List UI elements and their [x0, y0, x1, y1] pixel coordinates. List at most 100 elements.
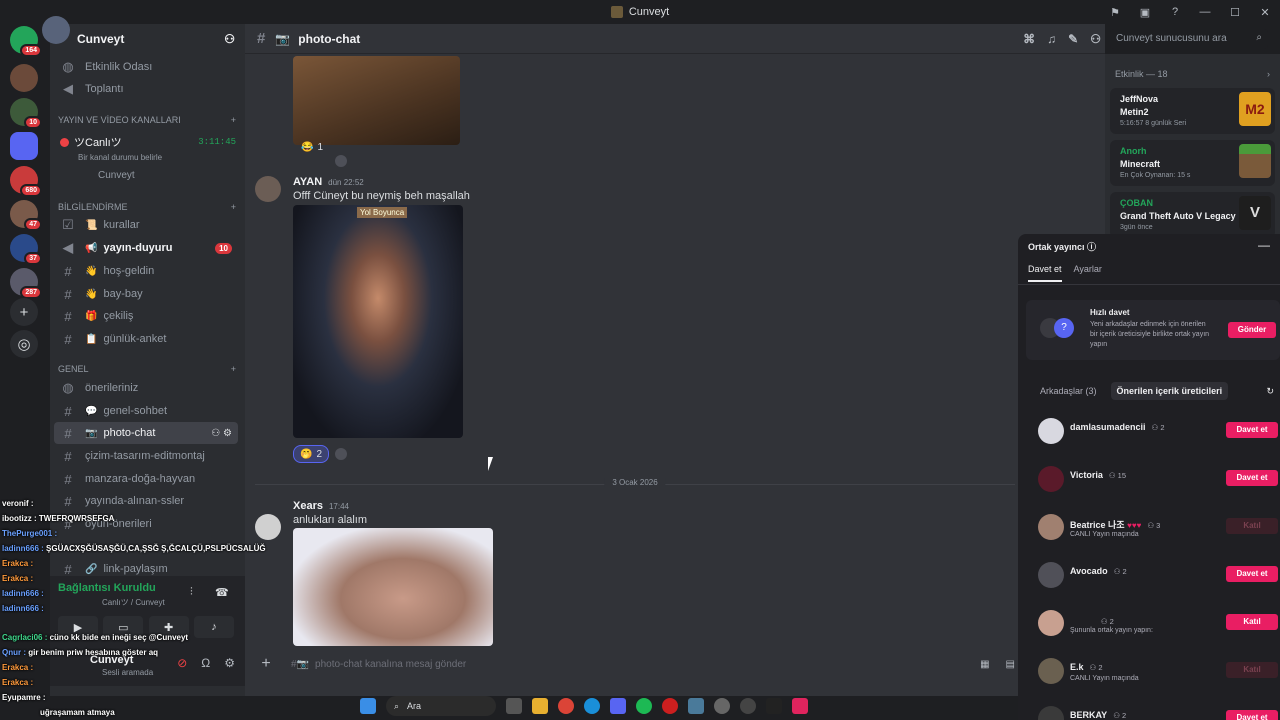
file-explorer-icon[interactable]: [532, 698, 548, 714]
app-icon[interactable]: [766, 698, 782, 714]
channel-kurallar[interactable]: ☑ 📜 kurallar: [54, 214, 238, 236]
add-reaction-icon[interactable]: [335, 155, 347, 167]
close-button[interactable]: ✕: [1250, 6, 1280, 19]
activity-card[interactable]: ÇOBAN Grand Theft Auto V Legacy 3gün önc…: [1110, 192, 1275, 238]
home-button[interactable]: 164: [10, 26, 42, 57]
discord-icon[interactable]: [610, 698, 626, 714]
join-button[interactable]: Katıl: [1226, 614, 1278, 630]
channel-settings-icon[interactable]: ⚇ ⚙: [211, 428, 232, 439]
voice-member[interactable]: Cunveyt: [60, 170, 236, 181]
server-icon[interactable]: [10, 64, 38, 92]
message-composer[interactable]: + #📷 photo-chat kanalına mesaj gönder ▦ …: [255, 651, 1015, 677]
refresh-icon[interactable]: ↻: [1260, 382, 1280, 401]
activity-card[interactable]: Anorh Minecraft En Çok Oynanan: 15 s: [1110, 140, 1275, 186]
channel-ssler[interactable]: # yayında-alınan-ssler: [54, 490, 238, 512]
live-voice-channel[interactable]: ツCanlıツ 3:11:45 Bir kanal durumu belirle …: [60, 134, 236, 181]
soundboard-button[interactable]: ♪: [193, 616, 234, 638]
invite-button[interactable]: Davet et: [1226, 710, 1278, 720]
tab-invite[interactable]: Davet et: [1028, 264, 1062, 282]
opera-icon[interactable]: [662, 698, 678, 714]
channel-photo-chat[interactable]: # 📷 photo-chat ⚇ ⚙: [54, 422, 238, 444]
join-button[interactable]: Katıl: [1226, 662, 1278, 678]
channel-gunluk-anket[interactable]: # 📋 günlük-anket: [54, 328, 238, 350]
bell-icon[interactable]: ♫: [1047, 32, 1056, 46]
tiktok-icon[interactable]: [792, 698, 808, 714]
add-channel-icon[interactable]: +: [231, 115, 236, 125]
invite-button[interactable]: Davet et: [1226, 566, 1278, 582]
channel-genel-sohbet[interactable]: # 💬 genel-sohbet: [54, 400, 238, 422]
collapse-icon[interactable]: —: [1258, 238, 1270, 252]
settings-icon[interactable]: [714, 698, 730, 714]
screen-icon[interactable]: ▣: [1130, 6, 1160, 19]
steam-icon[interactable]: [740, 698, 756, 714]
inbox-icon[interactable]: ⚑: [1100, 6, 1130, 19]
category-info[interactable]: BİLGİLENDİRME +: [58, 202, 236, 212]
message-author[interactable]: Xears 17:44: [293, 500, 349, 512]
creator-name[interactable]: BERKAY: [1070, 710, 1107, 720]
composer-placeholder[interactable]: photo-chat kanalına mesaj gönder: [315, 659, 466, 670]
tab-settings[interactable]: Ayarlar: [1074, 264, 1102, 282]
channel-cizim[interactable]: # çizim-tasarım-editmontaj: [54, 445, 238, 467]
tab-suggested[interactable]: Önerilen içerik üreticileri: [1110, 382, 1229, 400]
message-image[interactable]: Yol Boyunca: [293, 205, 463, 438]
add-channel-icon[interactable]: +: [231, 202, 236, 212]
channel-status[interactable]: Bir kanal durumu belirle: [60, 153, 236, 162]
server-icon[interactable]: 287: [10, 268, 42, 299]
spotify-icon[interactable]: [636, 698, 652, 714]
channel-onerileriniz[interactable]: ◍ önerileriniz: [54, 377, 238, 399]
server-icon[interactable]: 37: [10, 234, 42, 265]
creator-name[interactable]: damlasumadencii: [1070, 422, 1146, 432]
reaction[interactable]: 🤭 2: [293, 445, 330, 463]
invite-icon[interactable]: ⚇: [224, 32, 235, 46]
invite-button[interactable]: Davet et: [1226, 422, 1278, 438]
message-author[interactable]: AYAN dün 22:52: [293, 176, 364, 188]
app-icon[interactable]: [688, 698, 704, 714]
server-icon[interactable]: 47: [10, 200, 42, 231]
channel-bay-bay[interactable]: # 👋 bay-bay: [54, 283, 238, 305]
channel-hos-geldin[interactable]: # 👋 hoş-geldin: [54, 260, 238, 282]
category-stream[interactable]: YAYIN VE VİDEO KANALLARI +: [58, 115, 236, 125]
gift-icon[interactable]: ▦: [980, 659, 989, 670]
invite-button[interactable]: Davet et: [1226, 470, 1278, 486]
chevron-right-icon[interactable]: ›: [1267, 69, 1270, 79]
author-name[interactable]: AYAN: [293, 176, 322, 188]
avatar[interactable]: [255, 176, 281, 202]
gif-icon[interactable]: ▤: [1006, 659, 1015, 670]
creator-name[interactable]: Beatrice 나조: [1070, 520, 1125, 530]
search-input[interactable]: Cunveyt sunucusunu ara ⌕: [1110, 29, 1268, 49]
category-general[interactable]: GENEL +: [58, 364, 236, 374]
add-channel-icon[interactable]: +: [231, 364, 236, 374]
channel-toplanti[interactable]: ◀ Toplantı: [54, 78, 238, 100]
members-icon[interactable]: ⚇: [1090, 32, 1101, 46]
task-view-icon[interactable]: [506, 698, 522, 714]
server-icon[interactable]: 680: [10, 166, 42, 197]
message-image[interactable]: [293, 528, 493, 646]
add-reaction-icon[interactable]: [335, 448, 347, 460]
join-button[interactable]: Katıl: [1226, 518, 1278, 534]
channel-etkinlik[interactable]: ◍ Etkinlik Odası: [54, 56, 238, 78]
reaction[interactable]: 😂 1: [295, 138, 329, 156]
message-image[interactable]: [293, 56, 460, 145]
creator-name[interactable]: ᅟᅟᅟ: [1070, 616, 1095, 626]
add-server-button[interactable]: +: [10, 298, 38, 326]
creator-name[interactable]: Avocado: [1070, 566, 1108, 576]
threads-icon[interactable]: ⌘: [1023, 32, 1035, 46]
disconnect-icon[interactable]: ☎: [215, 586, 229, 599]
windows-start-icon[interactable]: [360, 698, 376, 714]
channel-cekilis[interactable]: # 🎁 çekiliş: [54, 305, 238, 327]
edge-icon[interactable]: [584, 698, 600, 714]
activity-card[interactable]: JeffNova Metin2 5:16:57 8 günlük Seri M2: [1110, 88, 1275, 134]
discover-icon[interactable]: ◎: [10, 330, 38, 358]
tab-friends[interactable]: Arkadaşlar (3): [1034, 382, 1103, 400]
creator-name[interactable]: E.k: [1070, 662, 1084, 672]
headphones-icon[interactable]: Ω: [201, 656, 210, 670]
server-icon[interactable]: 10: [10, 98, 42, 129]
maximize-button[interactable]: ☐: [1220, 6, 1250, 19]
minimize-button[interactable]: —: [1190, 6, 1220, 18]
guild-header[interactable]: Cunveyt ⚇: [42, 16, 245, 54]
channel-yayin-duyuru[interactable]: ◀ 📢 yayın-duyuru 10: [54, 237, 238, 259]
author-name[interactable]: Xears: [293, 500, 323, 512]
help-icon[interactable]: ?: [1160, 6, 1190, 18]
taskbar-search[interactable]: ⌕ Ara: [386, 696, 496, 716]
pin-icon[interactable]: ✎: [1068, 32, 1078, 46]
